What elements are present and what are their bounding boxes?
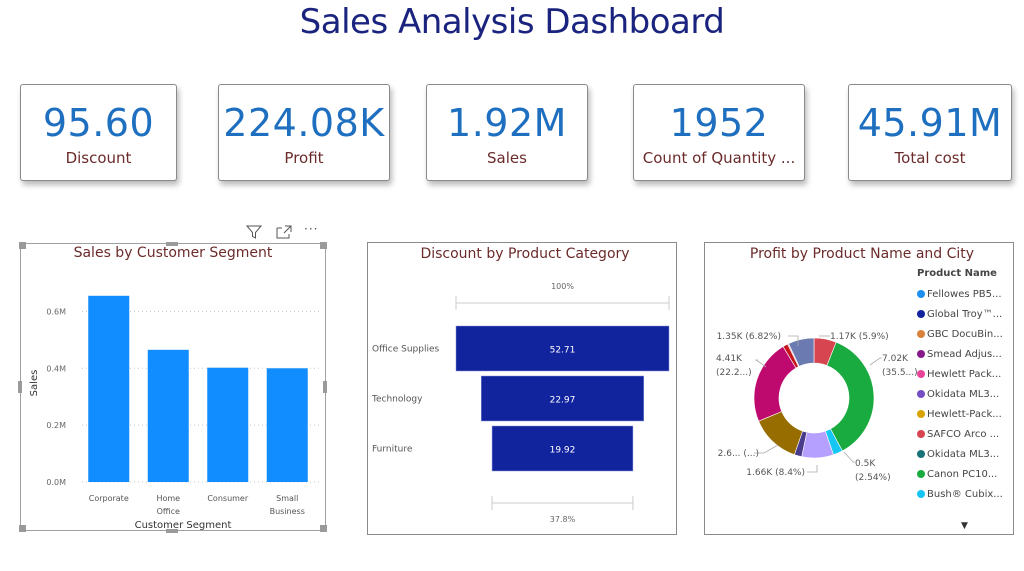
kpi-card-discount[interactable]: 95.60 Discount	[20, 84, 177, 181]
kpi-label: Sales	[487, 149, 527, 167]
legend: Product Name Fellowes PB5... Global Troy™…	[917, 268, 1017, 504]
donut-slice	[826, 341, 875, 452]
bottom-percent-label: 37.8%	[550, 515, 576, 524]
x-tick-label: Office	[157, 507, 180, 516]
top-percent-label: 100%	[551, 282, 574, 291]
leader-line	[869, 357, 882, 366]
visual-header: ···	[245, 222, 326, 243]
kpi-value: 1952	[669, 101, 769, 145]
bar	[207, 367, 249, 482]
legend-marker-icon	[917, 350, 925, 358]
kpi-label: Total cost	[894, 149, 966, 167]
legend-marker-icon	[917, 490, 925, 498]
bar	[88, 295, 130, 482]
legend-label: GBC DocuBin...	[927, 328, 1003, 340]
kpi-label: Count of Quantity ...	[642, 149, 796, 167]
legend-item[interactable]: SAFCO Arco ...	[917, 424, 1017, 444]
x-tick-label: Small	[276, 494, 298, 503]
legend-item[interactable]: Fellowes PB5...	[917, 284, 1017, 304]
legend-label: Fellowes PB5...	[927, 288, 1002, 300]
legend-label: Hewlett Pack...	[927, 368, 1002, 380]
legend-item[interactable]: Hewlett Pack...	[917, 364, 1017, 384]
kpi-card-count-of-quantity[interactable]: 1952 Count of Quantity ...	[633, 84, 805, 181]
legend-marker-icon	[917, 450, 925, 458]
donut-data-label: (22.2...)	[716, 368, 752, 378]
y-tick-label: 0.2M	[46, 421, 66, 430]
y-tick-label: 0.0M	[46, 478, 66, 487]
funnel-value-label: 52.71	[550, 346, 576, 356]
legend-marker-icon	[917, 290, 925, 298]
funnel-value-label: 19.92	[550, 446, 576, 456]
legend-marker-icon	[917, 310, 925, 318]
legend-item[interactable]: Okidata ML3...	[917, 384, 1017, 404]
legend-item[interactable]: Global Troy™...	[917, 304, 1017, 324]
donut-data-label: 1.35K (6.82%)	[717, 332, 781, 342]
y-axis-title: Sales	[29, 370, 40, 397]
kpi-label: Discount	[65, 149, 132, 167]
legend-scroll-down-icon[interactable]: ▼	[961, 521, 968, 531]
legend-label: SAFCO Arco ...	[927, 428, 1000, 440]
kpi-value: 224.08K	[223, 101, 385, 145]
bar	[266, 368, 308, 482]
legend-label: Smead Adjus...	[927, 348, 1002, 360]
y-tick-label: 0.4M	[46, 364, 66, 373]
legend-marker-icon	[917, 330, 925, 338]
legend-item[interactable]: Hewlett-Pack...	[917, 404, 1017, 424]
kpi-card-total-cost[interactable]: 45.91M Total cost	[848, 84, 1012, 181]
kpi-card-profit[interactable]: 224.08K Profit	[218, 84, 390, 181]
focus-mode-icon[interactable]	[276, 224, 292, 243]
legend-item[interactable]: Smead Adjus...	[917, 344, 1017, 364]
leader-line	[843, 451, 855, 463]
page-title: Sales Analysis Dashboard	[299, 2, 725, 42]
legend-label: Okidata ML3...	[927, 448, 1000, 460]
legend-marker-icon	[917, 430, 925, 438]
legend-item[interactable]: GBC DocuBin...	[917, 324, 1017, 344]
x-tick-label: Home	[156, 494, 180, 503]
donut-data-label: 1.66K (8.4%)	[746, 468, 805, 478]
legend-label: Okidata ML3...	[927, 388, 1000, 400]
more-options-icon[interactable]: ···	[304, 222, 318, 236]
y-tick-label: 0.6M	[46, 307, 66, 316]
donut-data-label: (35.5...)	[882, 368, 918, 378]
legend-item[interactable]: Okidata ML3...	[917, 444, 1017, 464]
legend-label: Canon PC10...	[927, 468, 998, 480]
donut-data-label: 0.5K	[855, 459, 876, 469]
donut-data-label: 2.6... (...)	[718, 449, 759, 459]
donut-data-label: (2.54%)	[855, 473, 891, 483]
legend-marker-icon	[917, 410, 925, 418]
funnel-category-label: Furniture	[372, 445, 413, 455]
funnel-chart: 100% 52.71 Office Supplies 22.97 Technology 1…	[371, 282, 670, 524]
legend-title: Product Name	[917, 268, 997, 279]
bar-chart: 0.0M 0.2M 0.4M 0.6M Corporate Home Office Consu…	[29, 295, 320, 531]
x-tick-label: Corporate	[89, 494, 129, 503]
bar	[147, 349, 189, 482]
kpi-value: 45.91M	[857, 101, 1003, 145]
legend-label: Global Troy™...	[927, 308, 1003, 320]
kpi-value: 95.60	[42, 101, 155, 145]
donut-data-label: 7.02K	[882, 354, 909, 364]
kpi-label: Profit	[284, 149, 324, 167]
funnel-category-label: Office Supplies	[372, 345, 440, 355]
leader-line	[807, 465, 818, 473]
funnel-category-label: Technology	[371, 395, 423, 405]
legend-marker-icon	[917, 390, 925, 398]
funnel-value-label: 22.97	[550, 396, 576, 406]
donut-data-label: 1.17K (5.9%)	[830, 332, 889, 342]
kpi-value: 1.92M	[447, 101, 567, 145]
x-tick-label: Business	[270, 507, 305, 516]
donut-chart: 1.17K (5.9%) 7.02K (35.5...) 0.5K (2.54%) 1.6…	[716, 332, 918, 483]
legend-item[interactable]: Canon PC10...	[917, 464, 1017, 484]
filter-icon[interactable]	[245, 224, 263, 243]
x-tick-label: Consumer	[207, 494, 249, 503]
legend-item[interactable]: Bush® Cubix...	[917, 484, 1017, 504]
legend-marker-icon	[917, 470, 925, 478]
x-axis-title: Customer Segment	[135, 520, 232, 531]
legend-label: Hewlett-Pack...	[927, 408, 1002, 420]
legend-marker-icon	[917, 370, 925, 378]
donut-data-label: 4.41K	[716, 354, 743, 364]
kpi-card-sales[interactable]: 1.92M Sales	[426, 84, 588, 181]
legend-label: Bush® Cubix...	[927, 488, 1003, 500]
